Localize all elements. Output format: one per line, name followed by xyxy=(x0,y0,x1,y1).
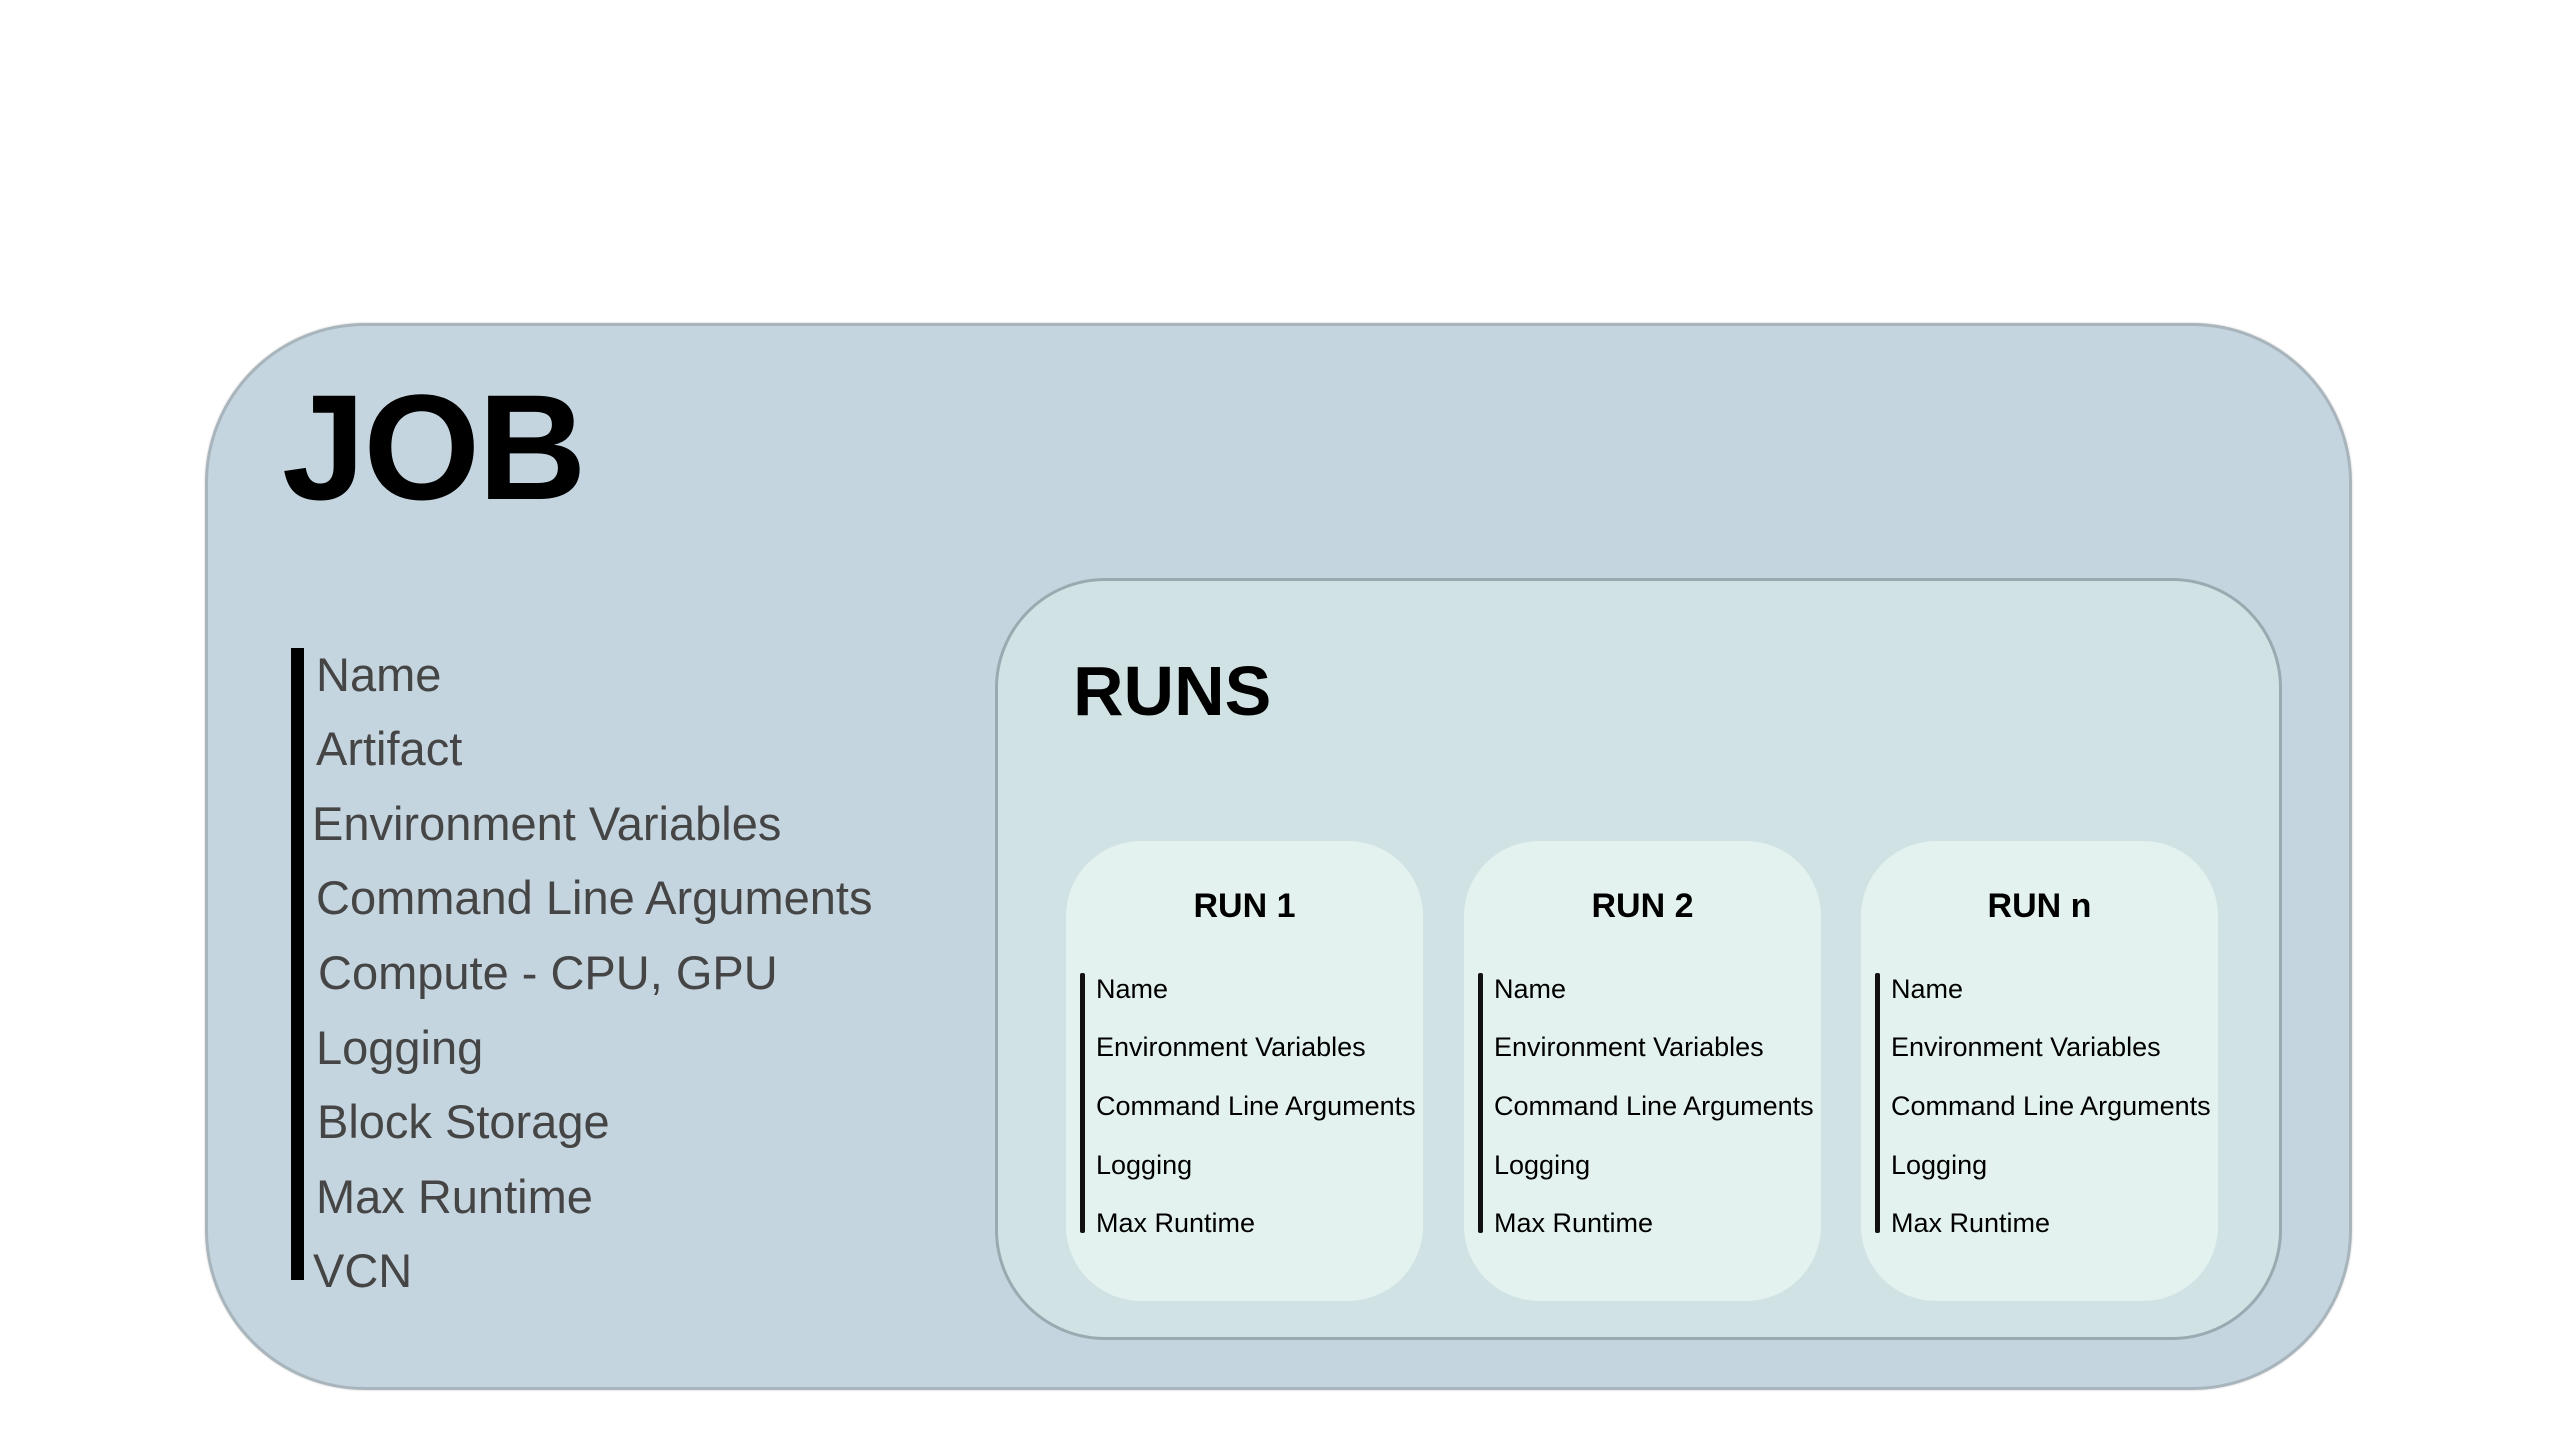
run-title: RUN 1 xyxy=(1193,887,1296,925)
run-item: Max Runtime xyxy=(1891,1208,2051,1238)
run-list-bar xyxy=(1875,973,1880,1233)
job-item: Command Line Arguments xyxy=(316,871,873,924)
job-item: Environment Variables xyxy=(312,797,782,850)
run-card: RUN 2 Name Environment Variables Command… xyxy=(1464,841,1821,1301)
run-item: Logging xyxy=(1096,1150,1193,1180)
job-item: Block Storage xyxy=(317,1095,610,1148)
run-item: Name xyxy=(1891,974,1964,1004)
run-list-bar xyxy=(1080,973,1085,1233)
run-item: Logging xyxy=(1494,1150,1591,1180)
run-title: RUN n xyxy=(1987,887,2092,925)
job-item: Compute - CPU, GPU xyxy=(318,946,778,999)
run-card: RUN n Name Environment Variables Command… xyxy=(1861,841,2218,1301)
run-item: Max Runtime xyxy=(1494,1208,1654,1238)
runs-title: RUNS xyxy=(1073,652,1272,730)
job-item: Artifact xyxy=(316,722,463,775)
job-item: Name xyxy=(316,648,442,701)
run-item: Name xyxy=(1096,974,1169,1004)
run-item: Command Line Arguments xyxy=(1096,1091,1416,1121)
job-title: JOB xyxy=(282,363,586,531)
run-item: Environment Variables xyxy=(1891,1032,2161,1062)
run-title: RUN 2 xyxy=(1591,887,1694,925)
run-item: Logging xyxy=(1891,1150,1988,1180)
job-item: Max Runtime xyxy=(316,1170,593,1223)
job-item: VCN xyxy=(313,1244,413,1297)
run-item: Name xyxy=(1494,974,1567,1004)
run-item: Max Runtime xyxy=(1096,1208,1256,1238)
run-list-bar xyxy=(1478,973,1483,1233)
run-item: Command Line Arguments xyxy=(1891,1091,2211,1121)
job-list-bar xyxy=(291,648,304,1280)
run-item: Environment Variables xyxy=(1494,1032,1764,1062)
run-item: Command Line Arguments xyxy=(1494,1091,1814,1121)
run-card: RUN 1 Name Environment Variables Command… xyxy=(1066,841,1423,1301)
job-item: Logging xyxy=(316,1021,484,1074)
run-item: Environment Variables xyxy=(1096,1032,1366,1062)
